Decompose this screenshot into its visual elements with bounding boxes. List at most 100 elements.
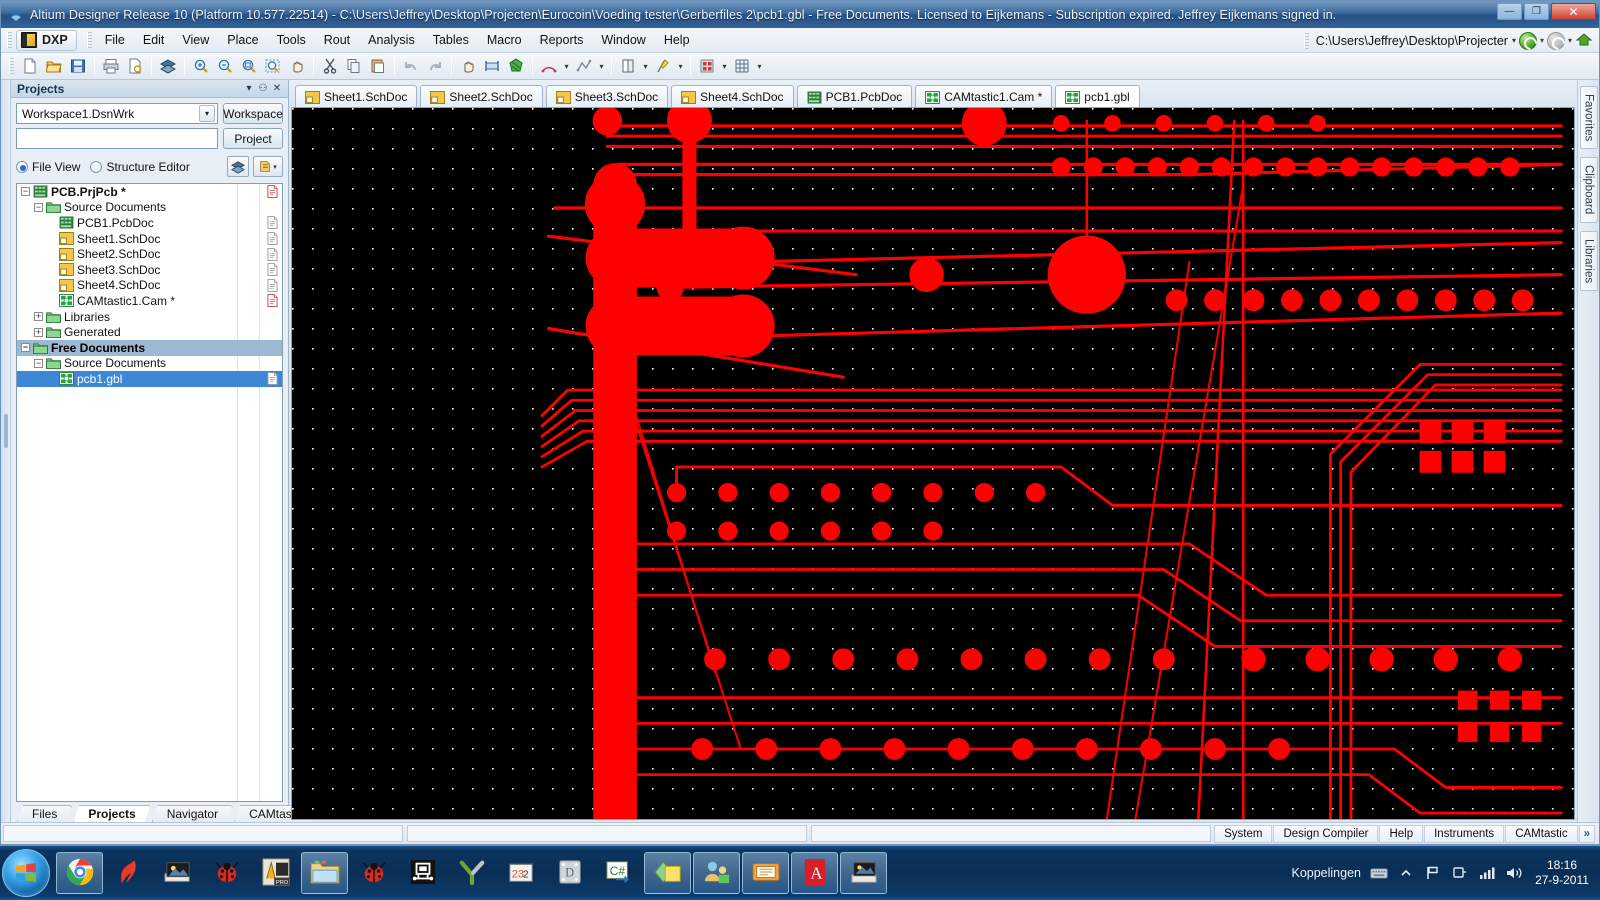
- taskbar-item-firebird[interactable]: [105, 852, 152, 894]
- taskbar-item-acrobat[interactable]: A: [791, 852, 838, 894]
- toolbar-grip[interactable]: [9, 58, 14, 74]
- document-tab[interactable]: Sheet4.SchDoc: [671, 85, 794, 107]
- doc-red-icon[interactable]: [267, 294, 278, 308]
- layers-icon[interactable]: [156, 55, 180, 78]
- print-preview-icon[interactable]: [123, 55, 147, 78]
- minimize-button[interactable]: —: [1497, 3, 1522, 20]
- right-tab-libraries[interactable]: Libraries: [1579, 230, 1598, 291]
- move-hand-icon[interactable]: [456, 55, 480, 78]
- doc-gray-icon[interactable]: [267, 216, 278, 230]
- right-tab-clipboard[interactable]: Clipboard: [1579, 157, 1598, 223]
- document-tab[interactable]: CAMtastic1.Cam *: [915, 85, 1053, 107]
- zoom-fit-icon[interactable]: [237, 55, 261, 78]
- new-document-icon[interactable]: [18, 55, 42, 78]
- menu-grip-2[interactable]: [86, 32, 92, 48]
- taskbar-item-ladybug[interactable]: [203, 852, 250, 894]
- document-tab[interactable]: Sheet2.SchDoc: [420, 85, 543, 107]
- chevron-down-icon[interactable]: ▾: [242, 82, 256, 96]
- show-hidden-icons-icon[interactable]: [1397, 864, 1415, 882]
- save-icon[interactable]: [66, 55, 90, 78]
- pad-icon[interactable]: [616, 55, 640, 78]
- keyboard-icon[interactable]: [1370, 864, 1388, 882]
- status-button-camtastic[interactable]: CAMtastic: [1505, 824, 1578, 843]
- doc-gray-icon[interactable]: [267, 232, 278, 245]
- menu-item-file[interactable]: File: [96, 30, 134, 50]
- doc-gray-icon[interactable]: [267, 247, 278, 261]
- menu-item-help[interactable]: Help: [655, 30, 699, 50]
- close-icon[interactable]: ✕: [270, 82, 284, 96]
- document-tab[interactable]: pcb1.gbl: [1055, 85, 1140, 107]
- tree-item[interactable]: − Source Documents: [17, 356, 282, 372]
- polygon-pour-icon[interactable]: [504, 55, 528, 78]
- taskbar-item-photo-viewer[interactable]: [154, 852, 201, 894]
- tree-item[interactable]: − Free Documents: [17, 339, 282, 356]
- right-tab-favorites[interactable]: Favorites: [1579, 86, 1598, 150]
- zoom-area-icon[interactable]: [261, 55, 285, 78]
- tree-item[interactable]: Sheet4.SchDoc: [17, 278, 282, 294]
- component-icon[interactable]: [695, 55, 719, 78]
- panel-tab-navigator[interactable]: Navigator: [152, 805, 233, 822]
- taskbar-item-yahoo[interactable]: [448, 852, 495, 894]
- navigate-forward-icon[interactable]: [1546, 31, 1565, 50]
- taskbar-item-chrome[interactable]: [56, 852, 103, 894]
- menu-item-edit[interactable]: Edit: [134, 30, 174, 50]
- menu-item-rout[interactable]: Rout: [315, 30, 359, 50]
- radio-file-view[interactable]: File View: [16, 160, 80, 174]
- forward-history-chevron-icon[interactable]: ▾: [1568, 36, 1572, 45]
- menu-item-place[interactable]: Place: [218, 30, 267, 50]
- document-tab[interactable]: Sheet3.SchDoc: [545, 85, 669, 107]
- action-center-flag-icon[interactable]: [1424, 864, 1442, 882]
- status-button-instruments[interactable]: Instruments: [1424, 824, 1505, 843]
- open-document-icon[interactable]: [42, 55, 66, 78]
- close-button[interactable]: ✕: [1551, 3, 1596, 20]
- route-dropdown-chevron-icon[interactable]: ▾: [675, 55, 686, 78]
- track-icon[interactable]: [572, 55, 596, 78]
- tree-item[interactable]: pcb1.gbl: [17, 371, 282, 387]
- collapse-icon[interactable]: −: [34, 202, 43, 212]
- pcb-gerber-view[interactable]: [292, 108, 1574, 820]
- menu-item-analysis[interactable]: Analysis: [359, 30, 424, 50]
- zoom-out-icon[interactable]: [213, 55, 237, 78]
- workspace-combo[interactable]: Workspace1.DsnWrk ▾: [16, 103, 218, 124]
- tree-item[interactable]: − PCB.PrjPcb *: [17, 184, 282, 200]
- tree-item[interactable]: + Generated: [17, 324, 282, 340]
- back-history-chevron-icon[interactable]: ▾: [1540, 36, 1544, 45]
- left-dock-strip[interactable]: [1, 80, 11, 822]
- taskbar-item-mail[interactable]: [742, 852, 789, 894]
- menu-item-reports[interactable]: Reports: [531, 30, 593, 50]
- radio-structure-editor[interactable]: Structure Editor: [90, 160, 190, 174]
- start-button[interactable]: [2, 849, 50, 897]
- pcb-canvas-container[interactable]: [291, 107, 1575, 820]
- panel-tab-files[interactable]: Files: [17, 805, 72, 822]
- taskbar-item-clock-app[interactable]: 23 2: [497, 852, 544, 894]
- expand-icon[interactable]: +: [34, 327, 43, 337]
- taskbar-item-explorer[interactable]: [301, 852, 348, 894]
- status-button-system[interactable]: System: [1214, 824, 1273, 843]
- taskbar-item-sticky-notes[interactable]: [644, 852, 691, 894]
- taskbar-clock[interactable]: 18:16 27-9-2011: [1532, 858, 1592, 888]
- chevron-down-icon[interactable]: ▾: [199, 105, 215, 122]
- tree-item[interactable]: CAMtastic1.Cam *: [17, 293, 282, 309]
- document-tab[interactable]: Sheet1.SchDoc: [295, 85, 418, 107]
- collapse-icon[interactable]: −: [21, 187, 30, 197]
- tree-item[interactable]: Sheet1.SchDoc: [17, 231, 282, 247]
- grid-dropdown-chevron-icon[interactable]: ▾: [754, 55, 765, 78]
- pad-dropdown-chevron-icon[interactable]: ▾: [640, 55, 651, 78]
- tree-item[interactable]: Sheet2.SchDoc: [17, 246, 282, 262]
- zoom-in-icon[interactable]: [189, 55, 213, 78]
- signal-bars-icon[interactable]: [1478, 864, 1496, 882]
- doc-gray-icon[interactable]: [267, 263, 278, 277]
- undo-icon[interactable]: [399, 55, 423, 78]
- layers-button[interactable]: [227, 156, 249, 177]
- project-combo[interactable]: [16, 128, 218, 149]
- collapse-icon[interactable]: −: [34, 358, 43, 368]
- tree-item[interactable]: − Source Documents: [17, 200, 282, 216]
- taskbar-item-messenger[interactable]: [693, 852, 740, 894]
- menu-grip[interactable]: [7, 32, 12, 48]
- copy-icon[interactable]: [342, 55, 366, 78]
- doc-gray-icon[interactable]: [267, 372, 278, 386]
- taskbar-item-altium[interactable]: [840, 852, 887, 894]
- measure-icon[interactable]: [480, 55, 504, 78]
- taskbar-item-bug2[interactable]: [350, 852, 397, 894]
- document-tab[interactable]: PCB1.PcbDoc: [796, 85, 913, 107]
